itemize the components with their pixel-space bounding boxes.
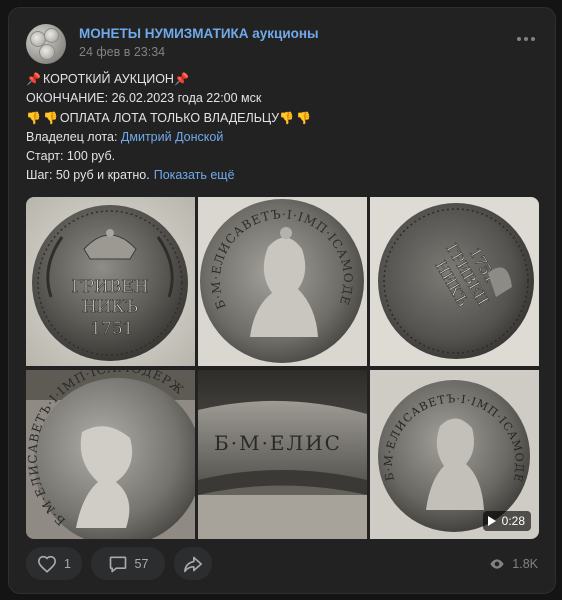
- post-line-owner: Владелец лота: Дмитрий Донской: [26, 128, 541, 147]
- group-avatar[interactable]: [26, 24, 66, 64]
- share-button[interactable]: [174, 547, 212, 580]
- payment-text: ОПЛАТА ЛОТА ТОЛЬКО ВЛАДЕЛЬЦУ: [59, 110, 280, 125]
- video-duration-badge: 0:28: [482, 511, 531, 531]
- comment-button[interactable]: 57: [91, 547, 165, 580]
- coin-text: ГРИВЕН: [71, 277, 148, 297]
- photo-gallery: ГРИВЕН НИКЪ 1751 Б·М·ЕЛИСАВЕТЪ·I·IМП·IСА…: [26, 197, 539, 539]
- thumbs-down-icon: 👎: [42, 110, 58, 125]
- video-duration: 0:28: [501, 514, 525, 528]
- coin-video[interactable]: Б·М·ЕЛИСАВЕТЪ·I·IМП·IСАМОДЕРЖ·ВСЕРОС 0:2…: [370, 370, 539, 539]
- owner-label: Владелец лота:: [26, 129, 118, 144]
- post-line-start: Старт: 100 руб.: [26, 149, 116, 164]
- play-icon: [487, 516, 496, 526]
- post-line-ending: ОКОНЧАНИЕ: 26.02.2023 года 22:00 мск: [26, 91, 262, 106]
- coin-photo-obverse[interactable]: Б·М·ЕЛИСАВЕТЪ·I·IМП·IСАМОДЕРЖ·ВСЕРОС: [198, 197, 367, 366]
- thumbs-down-icon: 👎: [26, 110, 41, 125]
- comment-icon: [109, 556, 126, 572]
- post-line-step: Шаг: 50 руб и кратно. Показать ещё: [26, 166, 541, 185]
- thumbs-down-icon: 👎: [296, 110, 312, 125]
- coin-edge-text: Б·М·ЕЛИС: [214, 431, 342, 455]
- pushpin-icon: 📌: [173, 72, 189, 86]
- views-count: 1.8K: [512, 557, 538, 571]
- step-text: Шаг: 50 руб и кратно.: [26, 168, 150, 183]
- show-more-link[interactable]: Показать ещё: [154, 168, 235, 182]
- more-options-button[interactable]: [517, 34, 535, 44]
- like-count: 1: [64, 556, 71, 571]
- share-arrow-icon: [184, 556, 202, 572]
- post-card: МОНЕТЫ НУМИЗМАТИКА аукционы 24 фев в 23:…: [8, 7, 556, 594]
- pushpin-icon: 📌: [26, 72, 41, 86]
- views-counter: 1.8K: [489, 557, 538, 571]
- group-name-link[interactable]: МОНЕТЫ НУМИЗМАТИКА аукционы: [79, 26, 319, 41]
- coin-photo-reverse-rotated[interactable]: ГРИВЕН НИКЪ 1751: [370, 197, 539, 366]
- post-line-title: 📌 КОРОТКИЙ АУКЦИОН📌: [26, 70, 541, 89]
- like-button[interactable]: 1: [26, 547, 82, 580]
- comment-count: 57: [134, 556, 149, 571]
- coin-photo-obverse-tilted[interactable]: Б·М·ЕЛИСАВЕТЪ·I·IМП·IСАМОДЕРЖ·ВСЕРОС: [26, 370, 195, 539]
- coin-text: 1751: [90, 319, 133, 339]
- coin-photo-edge[interactable]: Б·М·ЕЛИС: [198, 370, 367, 539]
- title-text: КОРОТКИЙ АУКЦИОН: [42, 72, 174, 86]
- thumbs-down-icon: 👎: [279, 110, 295, 125]
- coin-text: НИКЪ: [82, 297, 138, 317]
- eye-icon: [490, 559, 504, 569]
- coin-photo-reverse[interactable]: ГРИВЕН НИКЪ 1751: [26, 197, 195, 366]
- post-timestamp[interactable]: 24 фев в 23:34: [79, 45, 165, 59]
- post-text: 📌 КОРОТКИЙ АУКЦИОН📌 ОКОНЧАНИЕ: 26.02.2023…: [26, 70, 541, 186]
- heart-icon: [38, 555, 57, 573]
- owner-link[interactable]: Дмитрий Донской: [121, 130, 223, 144]
- post-line-payment: 👎 👎 ОПЛАТА ЛОТА ТОЛЬКО ВЛАДЕЛЬЦУ👎 👎: [26, 109, 541, 128]
